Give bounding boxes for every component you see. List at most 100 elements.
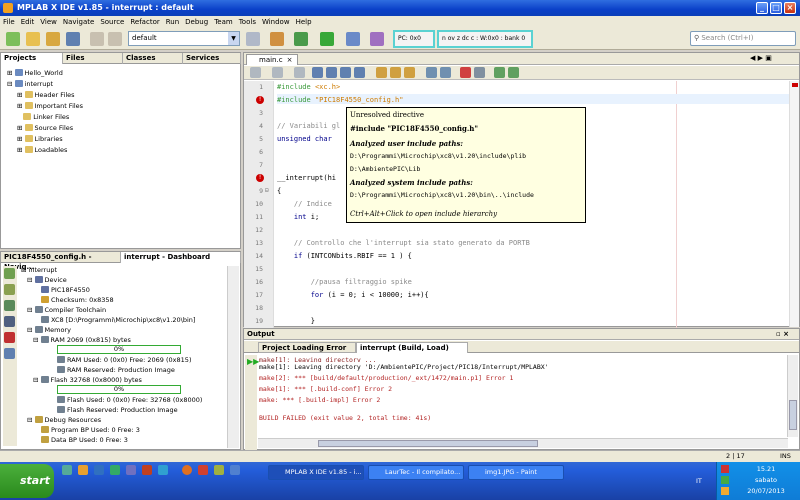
close-button[interactable]: × (784, 2, 796, 14)
code-line[interactable]: int i; (277, 213, 319, 221)
dash-device[interactable]: ⊟ Device (27, 276, 67, 284)
configuration-select[interactable]: default ▼ (128, 31, 240, 46)
expand-icon[interactable]: ⊞ (7, 69, 15, 77)
language-indicator[interactable]: IT (696, 477, 702, 485)
tab-build-load[interactable]: interrupt (Build, Load) (356, 342, 468, 353)
code-line[interactable]: if (INTCONbits.RBIF == 1 ) { (277, 252, 412, 260)
collapse-icon[interactable]: ⊟ (7, 80, 15, 88)
error-marker-icon[interactable]: ! (256, 96, 264, 104)
quicklaunch-icon[interactable] (94, 465, 104, 475)
chevron-down-icon[interactable]: ▼ (228, 32, 239, 45)
quicklaunch-icon[interactable] (78, 465, 88, 475)
code-line[interactable]: // Indice (277, 200, 332, 208)
dashboard-tool-icon[interactable] (4, 268, 15, 279)
dash-memory[interactable]: ⊟ Memory (27, 326, 71, 334)
record-macro-icon[interactable] (460, 67, 471, 78)
bookmark-next-icon[interactable] (390, 67, 401, 78)
dashboard-tool-icon[interactable] (4, 316, 15, 327)
menu-view[interactable]: View (37, 16, 60, 28)
find-icon[interactable] (312, 67, 323, 78)
error-marker-icon[interactable]: ! (256, 174, 264, 182)
find-prev-icon[interactable] (326, 67, 337, 78)
firefox-icon[interactable] (182, 465, 192, 475)
quicklaunch-icon[interactable] (198, 465, 208, 475)
find-next-icon[interactable] (340, 67, 351, 78)
code-line[interactable]: #include "PIC18F4550_config.h" (277, 96, 403, 104)
shift-right-icon[interactable] (440, 67, 451, 78)
output-horizontal-scrollbar[interactable] (258, 438, 788, 448)
error-stripe-marker[interactable] (792, 83, 798, 87)
quicklaunch-icon[interactable] (158, 465, 168, 475)
uncomment-icon[interactable] (508, 67, 519, 78)
code-line[interactable]: for (i = 0; i < 10000; i++){ (277, 291, 429, 299)
quicklaunch-icon[interactable] (126, 465, 136, 475)
tab-project-loading-error[interactable]: Project Loading Error (258, 342, 356, 353)
bookmark-toggle-icon[interactable] (404, 67, 415, 78)
highlight-icon[interactable] (354, 67, 365, 78)
tree-item-header-files[interactable]: ⊞ Header Files (17, 91, 75, 99)
comment-icon[interactable] (494, 67, 505, 78)
tree-item-linker-files[interactable]: Linker Files (17, 113, 69, 121)
search-input[interactable]: ⚲ Search (Ctrl+I) (690, 31, 796, 46)
taskbar-paint[interactable]: img1.JPG - Paint (468, 465, 564, 480)
tab-dashboard[interactable]: interrupt - Dashboard (121, 252, 241, 263)
tab-classes[interactable]: Classes (123, 53, 183, 64)
dash-flash[interactable]: ⊟ Flash 32768 (0x8000) bytes (33, 376, 142, 384)
menu-navigate[interactable]: Navigate (60, 16, 97, 28)
tree-item-loadables[interactable]: ⊞ Loadables (17, 146, 67, 154)
minimize-button[interactable]: _ (756, 2, 768, 14)
tree-item-interrupt[interactable]: ⊟ interrupt (7, 80, 53, 88)
code-line[interactable]: } (277, 317, 315, 325)
source-view-icon[interactable] (250, 67, 261, 78)
quicklaunch-icon[interactable] (62, 465, 72, 475)
code-line[interactable]: unsigned char (277, 135, 332, 143)
tab-services[interactable]: Services (183, 53, 241, 64)
clock-time[interactable]: 15.21 (733, 465, 799, 473)
editor-error-stripe[interactable] (789, 81, 799, 327)
taskbar-laurtec[interactable]: LaurTec - Il compilato... (368, 465, 464, 480)
dash-debug-resources[interactable]: ⊟ Debug Resources (27, 416, 101, 424)
scrollbar-thumb[interactable] (318, 440, 538, 447)
menu-tools[interactable]: Tools (236, 16, 259, 28)
dashboard-tool-icon[interactable] (4, 300, 15, 311)
build-icon[interactable] (270, 32, 284, 46)
dash-compiler[interactable]: ⊟ Compiler Toolchain (27, 306, 106, 314)
menu-source[interactable]: Source (97, 16, 127, 28)
code-line[interactable]: // Controllo che l'interrupt sia stato g… (277, 239, 530, 247)
menu-file[interactable]: File (0, 16, 18, 28)
fold-icon[interactable]: ⊟ (265, 187, 269, 194)
pdf-icon[interactable] (4, 332, 15, 343)
maximize-button[interactable]: □ (770, 2, 782, 14)
menu-debug[interactable]: Debug (182, 16, 211, 28)
start-button[interactable]: start (0, 464, 54, 498)
menu-run[interactable]: Run (163, 16, 182, 28)
quicklaunch-icon[interactable] (142, 465, 152, 475)
run-icon[interactable] (320, 32, 334, 46)
tab-nav-icon[interactable]: ◀ ▶ ▣ (750, 54, 772, 62)
tab-files[interactable]: Files (63, 53, 123, 64)
back-icon[interactable] (294, 67, 305, 78)
debug-icon[interactable] (346, 32, 360, 46)
tree-item-important-files[interactable]: ⊞ Important Files (17, 102, 83, 110)
tab-navigator[interactable]: PIC18F4550_config.h - Navig... (1, 252, 121, 271)
new-file-icon[interactable] (6, 32, 20, 46)
tree-item-hello-world[interactable]: ⊞ Hello_World (7, 69, 63, 77)
history-icon[interactable] (272, 67, 283, 78)
code-line[interactable]: // Variabili gl (277, 122, 340, 130)
close-icon[interactable]: ▫ × (776, 329, 789, 339)
undo-icon[interactable] (90, 32, 104, 46)
new-project-icon[interactable] (26, 32, 40, 46)
bookmark-prev-icon[interactable] (376, 67, 387, 78)
code-line[interactable]: { (277, 187, 281, 195)
tray-icon[interactable] (721, 476, 729, 484)
scrollbar-thumb[interactable] (789, 400, 797, 430)
menu-team[interactable]: Team (211, 16, 236, 28)
tray-icon[interactable] (721, 487, 729, 495)
redo-icon[interactable] (108, 32, 122, 46)
save-all-icon[interactable] (66, 32, 80, 46)
menu-window[interactable]: Window (259, 16, 293, 28)
rerun-icon[interactable]: ▶▶ (247, 357, 259, 366)
dashboard-tool-icon[interactable] (4, 348, 15, 359)
shift-left-icon[interactable] (426, 67, 437, 78)
tab-projects[interactable]: Projects (1, 53, 63, 64)
